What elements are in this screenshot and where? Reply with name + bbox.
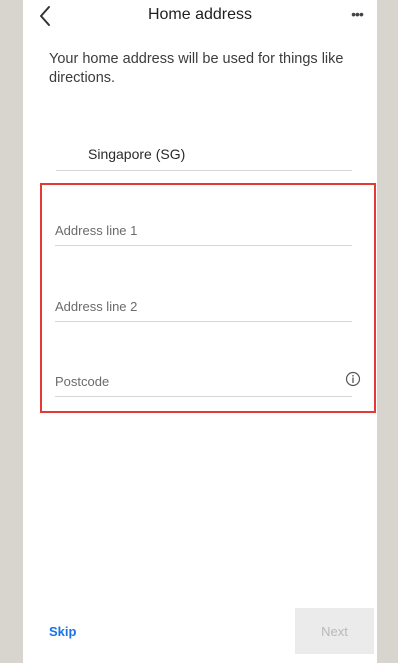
skip-button[interactable]: Skip <box>49 624 76 639</box>
app-header: Home address ••• <box>23 0 377 36</box>
address-line-2-input[interactable] <box>55 291 352 322</box>
address-line-1-input[interactable] <box>55 215 352 246</box>
more-options-button[interactable]: ••• <box>345 2 369 26</box>
postcode-input[interactable] <box>55 366 352 397</box>
page-title: Home address <box>147 6 253 23</box>
country-selector[interactable]: Singapore (SG) <box>56 136 352 171</box>
next-button[interactable]: Next <box>295 608 374 654</box>
country-value: Singapore (SG) <box>88 146 186 162</box>
phone-screen: Home address ••• Your home address will … <box>23 0 377 663</box>
description-text: Your home address will be used for thing… <box>49 51 344 86</box>
info-icon[interactable] <box>345 371 361 387</box>
